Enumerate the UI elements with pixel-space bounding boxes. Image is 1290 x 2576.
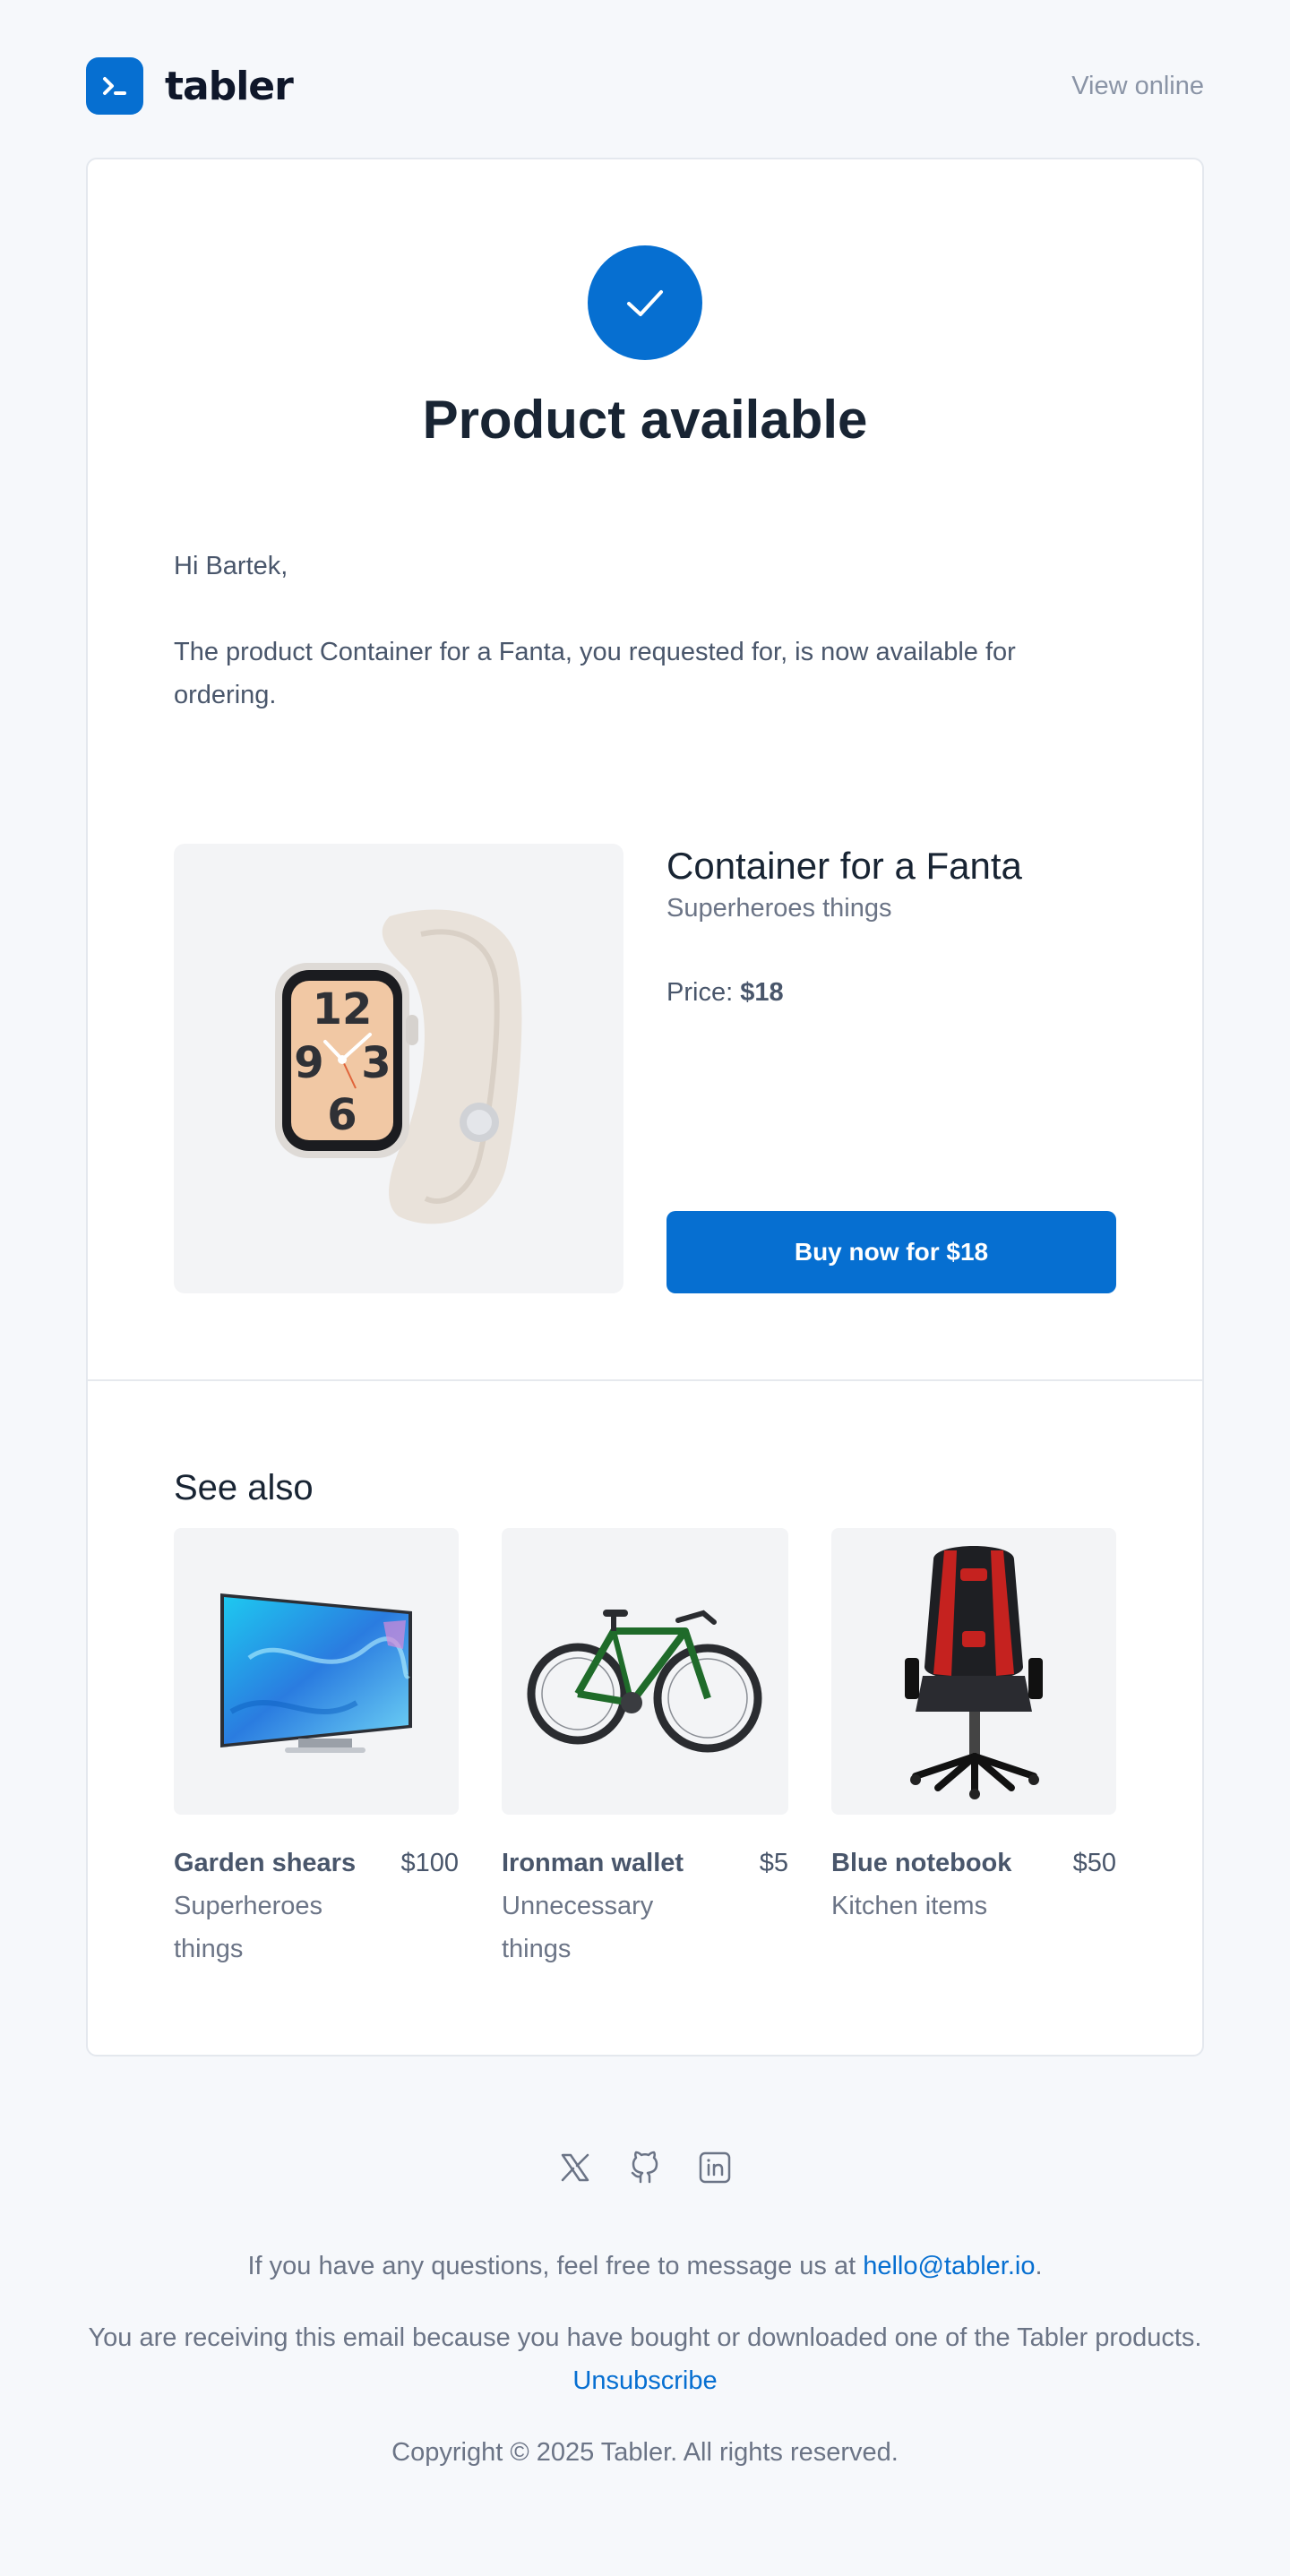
tv-image xyxy=(174,1528,459,1815)
gaming-chair-image xyxy=(831,1528,1116,1815)
price-value: $18 xyxy=(740,978,784,1007)
page-title: Product available xyxy=(422,390,868,450)
linkedin-icon[interactable] xyxy=(693,2146,736,2189)
recommendation-category: Superheroes things xyxy=(174,1892,323,1963)
footer-questions: If you have any questions, feel free to … xyxy=(86,2245,1204,2288)
recommendation-item[interactable]: Garden shears $100 Superheroes things xyxy=(174,1528,459,1994)
footer-receiving: You are receiving this email because you… xyxy=(86,2316,1204,2402)
greeting-text: Hi Bartek, xyxy=(174,552,288,580)
recommendation-name: Garden shears xyxy=(174,1849,357,1877)
recommendation-price: $100 xyxy=(400,1849,459,1877)
recommendation-item[interactable]: Ironman wallet $5 Unnecessary things xyxy=(502,1528,788,1994)
email-card: Product available Hi Bartek, The product… xyxy=(86,158,1204,2057)
buy-now-button[interactable]: Buy now for $18 xyxy=(666,1211,1116,1293)
copyright-text: Copyright © 2025 Tabler. All rights rese… xyxy=(391,2438,899,2467)
recommendation-name: Blue notebook xyxy=(831,1849,1012,1877)
product-category: Superheroes things xyxy=(666,894,892,923)
questions-end: . xyxy=(1035,2252,1043,2280)
check-icon xyxy=(588,245,702,360)
unsubscribe-link[interactable]: Unsubscribe xyxy=(572,2366,717,2395)
x-icon[interactable] xyxy=(554,2146,597,2189)
email-header: tabler View online xyxy=(86,56,1204,116)
smartwatch-image: 12 9 3 6 xyxy=(174,844,624,1293)
recommendation-price: $50 xyxy=(1072,1849,1116,1877)
receiving-text: You are receiving this email because you… xyxy=(88,2323,1202,2352)
recommendation-category: Kitchen items xyxy=(831,1892,988,1920)
svg-text:3: 3 xyxy=(361,1038,391,1088)
bicycle-image xyxy=(502,1528,788,1815)
questions-text: If you have any questions, feel free to … xyxy=(247,2252,856,2280)
github-icon[interactable] xyxy=(624,2146,666,2189)
product-name: Container for a Fanta xyxy=(666,845,1022,887)
view-online-link[interactable]: View online xyxy=(1071,72,1204,101)
svg-text:9: 9 xyxy=(294,1038,323,1088)
price-label: Price: xyxy=(666,978,734,1007)
svg-text:12: 12 xyxy=(313,984,373,1035)
message-text: The product Container for a Fanta, you r… xyxy=(174,638,1016,709)
svg-text:6: 6 xyxy=(327,1090,357,1140)
recommendation-item[interactable]: Blue notebook $50 Kitchen items xyxy=(831,1528,1116,1994)
contact-email-link[interactable]: hello@tabler.io xyxy=(863,2252,1035,2280)
recommendation-name: Ironman wallet xyxy=(502,1849,684,1877)
terminal-icon xyxy=(86,57,143,115)
see-also-heading: See also xyxy=(174,1468,314,1507)
recommendation-category: Unnecessary things xyxy=(502,1892,654,1963)
brand-logo[interactable]: tabler xyxy=(86,57,294,115)
brand-name: tabler xyxy=(165,63,294,109)
product-price: Price: $18 xyxy=(666,975,1132,1010)
social-links xyxy=(554,2146,736,2189)
section-divider xyxy=(88,1379,1202,1381)
recommendation-price: $5 xyxy=(759,1849,788,1877)
